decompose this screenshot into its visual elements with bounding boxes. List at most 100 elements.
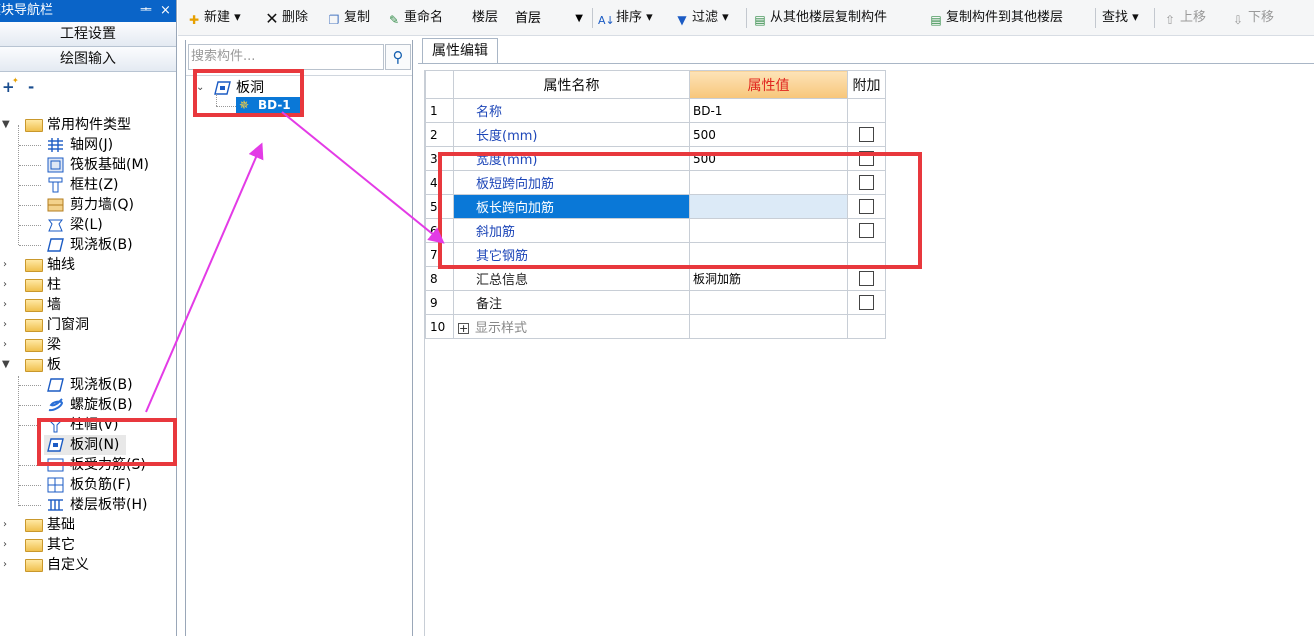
- beam-icon: [47, 217, 64, 233]
- component-list-panel: 搜索构件... ⚲ ⌄ 板洞 ✵ BD-1: [185, 40, 413, 636]
- tree-item-negative-rebar[interactable]: 板负筋(F): [0, 475, 176, 495]
- nav-title: 模块导航栏: [0, 3, 54, 18]
- copy-label: 复制: [344, 10, 371, 25]
- tree-item-beam-group[interactable]: › 梁: [0, 335, 176, 355]
- tree-item-board[interactable]: ▼ 板: [0, 355, 176, 375]
- folder-icon: [25, 539, 43, 552]
- filter-label: 过滤: [692, 10, 719, 25]
- move-down-button[interactable]: ⇩ 下移: [1230, 8, 1274, 28]
- chevron-right-icon[interactable]: ›: [3, 255, 15, 275]
- tree-item-other[interactable]: › 其它: [0, 535, 176, 555]
- new-label: 新建: [204, 10, 231, 25]
- raft-icon: [47, 157, 64, 173]
- property-value[interactable]: 500: [689, 122, 848, 147]
- find-button[interactable]: 查找 ▾: [1102, 8, 1139, 28]
- tree-item-spiral-slab[interactable]: 螺旋板(B): [0, 395, 176, 415]
- drawing-input-button[interactable]: 绘图输入: [0, 47, 176, 72]
- tree-item-shear-wall[interactable]: 剪力墙(Q): [0, 195, 176, 215]
- tree-item-custom[interactable]: › 自定义: [0, 555, 176, 575]
- pin-icon[interactable]: ᆂ: [140, 0, 152, 22]
- tree-label: 其它: [47, 537, 75, 553]
- tree-item-axis[interactable]: › 轴线: [0, 255, 176, 275]
- tree-label: 轴线: [47, 257, 75, 273]
- table-row[interactable]: 8 汇总信息 板洞加筋: [425, 266, 886, 291]
- tree-label: 螺旋板(B): [70, 397, 133, 413]
- property-value[interactable]: [689, 314, 848, 339]
- folder-icon: [25, 339, 43, 352]
- tree-label: 门窗洞: [47, 317, 89, 333]
- tree-item-door-window[interactable]: › 门窗洞: [0, 315, 176, 335]
- sort-label: 排序: [616, 10, 643, 25]
- delete-button[interactable]: ✕ 删除: [264, 8, 308, 28]
- chevron-right-icon[interactable]: ›: [3, 535, 15, 555]
- header-index: [425, 70, 454, 99]
- arrow-down-icon: ⇩: [1232, 13, 1244, 27]
- sort-button[interactable]: A↓排序 ▾: [598, 8, 653, 28]
- header-name: 属性名称: [453, 70, 690, 99]
- tree-item-floor-strip[interactable]: 楼层板带(H): [0, 495, 176, 515]
- extra-checkbox[interactable]: [859, 127, 874, 142]
- tree-label: 筏板基础(M): [70, 157, 150, 173]
- property-value[interactable]: [689, 290, 848, 315]
- header-extra: 附加: [847, 70, 886, 99]
- tree-label: 轴网(J): [70, 137, 114, 153]
- slab-icon: [47, 237, 64, 253]
- wall-icon: [47, 197, 64, 213]
- extra-checkbox[interactable]: [859, 271, 874, 286]
- move-up-button[interactable]: ⇧ 上移: [1162, 8, 1206, 28]
- chevron-right-icon[interactable]: ›: [3, 275, 15, 295]
- filter-button[interactable]: ▼ 过滤 ▾: [674, 8, 728, 28]
- tree-item-foundation[interactable]: › 基础: [0, 515, 176, 535]
- tree-item-cast-slab[interactable]: 现浇板(B): [0, 235, 176, 255]
- search-icon[interactable]: ⚲: [385, 44, 411, 70]
- table-row[interactable]: 9 备注: [425, 290, 886, 315]
- chevron-right-icon[interactable]: ›: [3, 515, 15, 535]
- table-row[interactable]: 10 + 显示样式: [425, 314, 886, 339]
- property-name: 备注: [453, 290, 690, 315]
- copy-to-label: 复制构件到其他楼层: [946, 10, 1064, 25]
- copy-to-floor-button[interactable]: ▤ 复制构件到其他楼层: [928, 8, 1063, 28]
- collapse-all-icon[interactable]: -: [28, 78, 34, 96]
- search-input[interactable]: 搜索构件...: [188, 44, 384, 70]
- spiral-slab-icon: [47, 397, 64, 413]
- row-number: 2: [425, 122, 454, 147]
- expand-plus-icon[interactable]: +: [458, 323, 469, 334]
- chevron-down-icon[interactable]: ▼: [2, 115, 14, 135]
- chevron-right-icon[interactable]: ›: [3, 555, 15, 575]
- table-row[interactable]: 2 长度(mm) 500: [425, 122, 886, 147]
- table-row[interactable]: 1 名称 BD-1: [425, 98, 886, 123]
- property-value[interactable]: BD-1: [689, 98, 848, 123]
- folder-icon: [25, 279, 43, 292]
- close-icon[interactable]: ×: [160, 0, 171, 22]
- tree-item-common-types[interactable]: ▼ 常用构件类型: [0, 115, 176, 135]
- tree-item-frame-column[interactable]: 框柱(Z): [0, 175, 176, 195]
- tree-item-beam[interactable]: 梁(L): [0, 215, 176, 235]
- rename-button[interactable]: ✎ 重命名: [386, 8, 443, 28]
- tab-property-edit[interactable]: 属性编辑: [422, 38, 498, 64]
- new-button[interactable]: ✚ 新建 ▾: [186, 8, 241, 28]
- tree-label: 现浇板(B): [70, 237, 133, 253]
- property-name-text: 显示样式: [475, 321, 528, 336]
- floor-strip-icon: [47, 497, 64, 513]
- row-number: 9: [425, 290, 454, 315]
- tree-item-board-cast-slab[interactable]: 现浇板(B): [0, 375, 176, 395]
- chevron-right-icon[interactable]: ›: [3, 335, 15, 355]
- chevron-right-icon[interactable]: ›: [3, 315, 15, 335]
- nav-tools: + ✦ -: [0, 72, 176, 102]
- copy-from-label: 从其他楼层复制构件: [770, 10, 888, 25]
- tree-label: 墙: [47, 297, 61, 313]
- tree-item-column[interactable]: › 柱: [0, 275, 176, 295]
- property-value[interactable]: 板洞加筋: [689, 266, 848, 291]
- tree-item-axis-grid[interactable]: 轴网(J): [0, 135, 176, 155]
- project-settings-button[interactable]: 工程设置: [0, 22, 176, 47]
- extra-checkbox[interactable]: [859, 295, 874, 310]
- copy-from-floor-button[interactable]: ▤ 从其他楼层复制构件: [752, 8, 887, 28]
- slab-icon: [47, 377, 64, 393]
- tree-label: 现浇板(B): [70, 377, 133, 393]
- chevron-right-icon[interactable]: ›: [3, 295, 15, 315]
- tree-item-raft-foundation[interactable]: 筏板基础(M): [0, 155, 176, 175]
- tree-item-wall[interactable]: › 墙: [0, 295, 176, 315]
- floor-select[interactable]: 首层 ▼: [512, 8, 586, 29]
- copy-button[interactable]: ❐ 复制: [326, 8, 370, 28]
- chevron-down-icon[interactable]: ▼: [2, 355, 14, 375]
